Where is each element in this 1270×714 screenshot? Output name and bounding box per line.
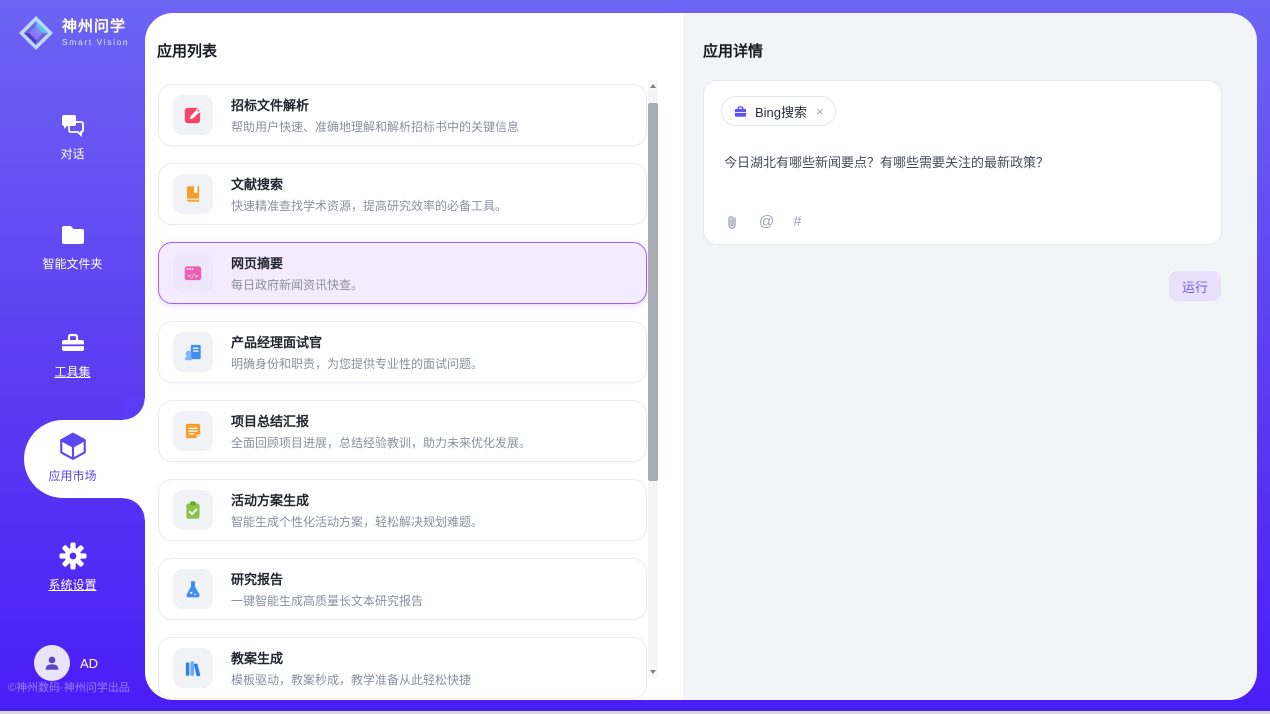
app-desc: 每日政府新闻资讯快查。 [231, 276, 363, 293]
app-desc: 快速精准查找学术资源，提高研究效率的必备工具。 [231, 197, 507, 214]
avatar [34, 645, 70, 681]
app-card-event-plan[interactable]: 活动方案生成 智能生成个性化活动方案，轻松解决规划难题。 [158, 479, 647, 541]
books-icon [182, 657, 204, 679]
app-desc: 帮助用户快速、准确地理解和解析招标书中的关键信息 [231, 118, 519, 135]
clipboard-check-icon [182, 499, 204, 521]
app-list-title: 应用列表 [157, 40, 217, 61]
bubble-fillet-top [123, 398, 145, 420]
sidebar-item-app-market[interactable]: 应用市场 [0, 430, 145, 484]
sidebar-item-toolset[interactable]: 工具集 [0, 328, 145, 380]
browser-code-icon: </> [182, 262, 204, 284]
app-card-bid-document-parse[interactable]: 招标文件解析 帮助用户快速、准确地理解和解析招标书中的关键信息 [158, 84, 647, 146]
app-card-web-summary[interactable]: </> 网页摘要 每日政府新闻资讯快查。 [158, 242, 647, 304]
app-icon-tile: </> [173, 253, 213, 293]
app-frame: 神州问学 Smart Vision 对话 智能文件夹 [0, 0, 1270, 711]
query-input-text[interactable]: 今日湖北有哪些新闻要点？有哪些需要关注的最新政策？ [724, 152, 1049, 171]
scroll-up-icon[interactable] [648, 80, 658, 92]
app-name: 招标文件解析 [231, 95, 519, 114]
app-list-panel: 应用列表 招标文件解析 帮助用户快速、准确地理解和解析招标书中的关键信息 [145, 13, 683, 700]
close-icon[interactable]: × [816, 104, 824, 119]
app-desc: 智能生成个性化活动方案，轻松解决规划难题。 [231, 513, 483, 530]
gear-icon [58, 541, 88, 571]
app-desc: 全面回顾项目进展，总结经验教训，助力未来优化发展。 [231, 434, 531, 451]
app-detail-title: 应用详情 [703, 40, 763, 61]
brand-subtitle: Smart Vision [62, 38, 129, 47]
app-desc: 明确身份和职责，为您提供专业性的面试问题。 [231, 355, 483, 372]
tool-chip-label: Bing搜索 [755, 102, 807, 121]
scroll-down-icon[interactable] [648, 666, 658, 678]
bubble-fillet-bottom [123, 498, 145, 520]
brand-title: 神州问学 [62, 19, 129, 36]
app-icon-tile [173, 411, 213, 451]
person-icon [41, 652, 63, 674]
app-card-project-summary[interactable]: 项目总结汇报 全面回顾项目进展，总结经验教训，助力未来优化发展。 [158, 400, 647, 462]
prompt-card[interactable]: Bing搜索 × 今日湖北有哪些新闻要点？有哪些需要关注的最新政策？ @ # [703, 80, 1222, 245]
app-icon-tile [173, 332, 213, 372]
pen-square-icon [182, 104, 204, 126]
book-icon [182, 183, 204, 205]
sidebar-item-smart-folder[interactable]: 智能文件夹 [0, 220, 145, 272]
app-card-literature-search[interactable]: 文献搜索 快速精准查找学术资源，提高研究效率的必备工具。 [158, 163, 647, 225]
app-card-research-report[interactable]: 研究报告 一键智能生成高质量长文本研究报告 [158, 558, 647, 620]
sidebar: 神州问学 Smart Vision 对话 智能文件夹 [0, 0, 145, 711]
app-name: 研究报告 [231, 569, 423, 588]
app-detail-panel: 应用详情 Bing搜索 × 今日湖北有哪些新闻要点？有哪些需要关注的最新政策？ [683, 13, 1257, 700]
cube-icon [57, 430, 89, 462]
brand-logo: 神州问学 Smart Vision [16, 13, 129, 53]
copyright-footer: ©神州数码·神州问学出品 [8, 679, 130, 695]
at-mention-icon[interactable]: @ [759, 213, 774, 230]
app-card-lesson-plan[interactable]: 教案生成 模板驱动，教案秒成，教学准备从此轻松快捷 [158, 637, 647, 699]
app-name: 产品经理面试官 [231, 332, 483, 351]
app-name: 活动方案生成 [231, 490, 483, 509]
sidebar-item-label: 工具集 [54, 363, 90, 380]
app-desc: 一键智能生成高质量长文本研究报告 [231, 592, 423, 609]
app-icon-tile [173, 490, 213, 530]
sidebar-item-label: 对话 [60, 145, 84, 162]
app-desc: 模板驱动，教案秒成，教学准备从此轻松快捷 [231, 671, 471, 688]
folder-icon [58, 220, 88, 250]
app-card-pm-interviewer[interactable]: 产品经理面试官 明确身份和职责，为您提供专业性的面试问题。 [158, 321, 647, 383]
tool-chip-bing-search[interactable]: Bing搜索 × [721, 96, 836, 126]
svg-text:</>: </> [188, 273, 199, 280]
diamond-logo-icon [16, 13, 56, 53]
report-note-icon [182, 420, 204, 442]
briefcase-icon [733, 104, 748, 119]
app-icon-tile [173, 569, 213, 609]
app-icon-tile [173, 95, 213, 135]
user-initials: AD [80, 656, 98, 671]
run-button[interactable]: 运行 [1169, 271, 1221, 301]
attachment-toolbar: @ # [724, 213, 802, 230]
scrollbar-thumb[interactable] [648, 103, 658, 481]
app-icon-tile [173, 648, 213, 688]
app-name: 文献搜索 [231, 174, 507, 193]
sidebar-item-settings[interactable]: 系统设置 [0, 541, 145, 593]
hash-icon[interactable]: # [793, 213, 801, 230]
app-icon-tile [173, 174, 213, 214]
flask-icon [182, 578, 204, 600]
content-area: 应用列表 招标文件解析 帮助用户快速、准确地理解和解析招标书中的关键信息 [145, 13, 1257, 700]
user-account[interactable]: AD [34, 645, 98, 681]
app-name: 网页摘要 [231, 253, 363, 272]
chat-icon [58, 110, 88, 140]
paperclip-icon[interactable] [724, 214, 740, 230]
sidebar-item-label: 应用市场 [48, 467, 96, 484]
sidebar-item-label: 系统设置 [48, 576, 96, 593]
sidebar-item-label: 智能文件夹 [42, 255, 102, 272]
app-name: 教案生成 [231, 648, 471, 667]
app-name: 项目总结汇报 [231, 411, 531, 430]
sidebar-item-chat[interactable]: 对话 [0, 110, 145, 162]
interviewer-icon [182, 341, 204, 363]
app-list-scrollbar[interactable] [648, 80, 658, 678]
toolbox-icon [58, 328, 88, 358]
